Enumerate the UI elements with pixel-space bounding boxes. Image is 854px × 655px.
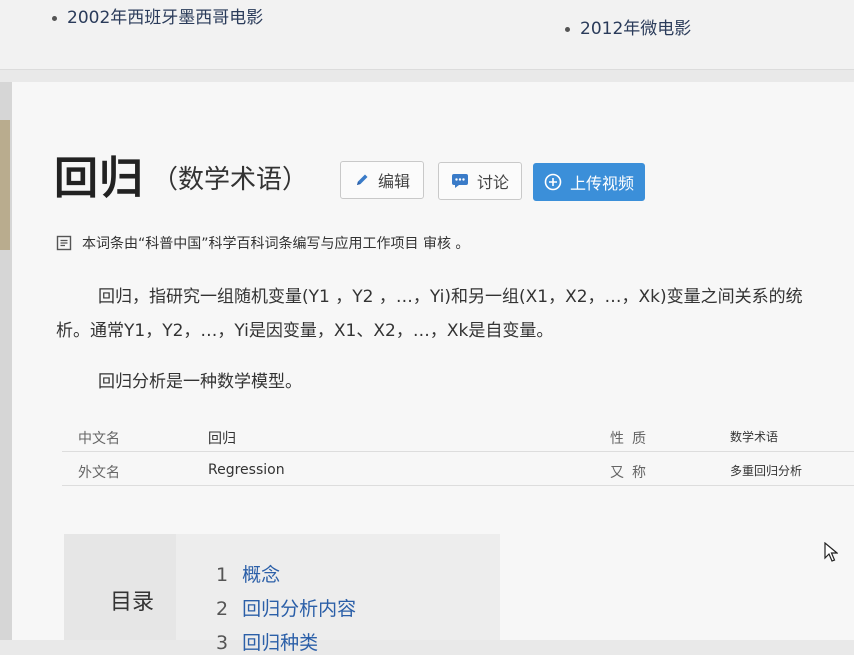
toc-item-number: 3 bbox=[216, 632, 229, 654]
table-of-contents: 目录 1 概念 2 回归分析内容 3 回归种类 bbox=[64, 534, 500, 654]
info-value: 多重回归分析 bbox=[730, 464, 803, 478]
toc-item-regression-analysis[interactable]: 2 回归分析内容 bbox=[216, 594, 356, 621]
discuss-button[interactable]: 讨论 bbox=[438, 162, 522, 200]
related-entry-label: 2002年西班牙墨西哥电影 bbox=[67, 8, 264, 28]
upload-video-button-label: 上传视频 bbox=[569, 174, 634, 193]
upload-video-button[interactable]: 上传视频 bbox=[533, 163, 645, 201]
table-row: 外文名 Regression 又称 多重回归分析 bbox=[62, 454, 854, 486]
related-entry-label: 2012年微电影 bbox=[580, 19, 692, 39]
toc-item-number: 1 bbox=[216, 564, 229, 586]
info-key: 中文名 bbox=[78, 431, 120, 447]
chat-icon bbox=[451, 173, 469, 189]
info-key: 又称 bbox=[610, 465, 654, 481]
info-value: 回归 bbox=[208, 431, 236, 447]
mouse-cursor-icon bbox=[824, 541, 839, 566]
related-entries-bar: 2002年西班牙墨西哥电影 2012年微电影 bbox=[0, 0, 854, 70]
intro-paragraph-2: 回归分析是一种数学模型。 bbox=[98, 372, 302, 392]
intro-paragraph-line-2: 析。通常Y1，Y2，…，Yi是因变量，X1、X2，…，Xk是自变量。 bbox=[56, 321, 554, 341]
entry-main: 回归 （数学术语） 编辑 讨论 上传视频 本词条由“科普中国”科学百科词条编写与… bbox=[12, 82, 854, 654]
related-entry-2002-film[interactable]: 2002年西班牙墨西哥电影 bbox=[52, 3, 263, 28]
related-entry-2012-microfilm[interactable]: 2012年微电影 bbox=[565, 14, 691, 39]
bullet-icon bbox=[52, 15, 57, 21]
bullet-icon bbox=[565, 26, 570, 32]
edit-button[interactable]: 编辑 bbox=[340, 161, 424, 199]
side-tab[interactable] bbox=[0, 120, 10, 250]
edit-button-label: 编辑 bbox=[377, 172, 410, 191]
intro-paragraph-line-1: 回归，指研究一组随机变量(Y1 ，Y2 ，…，Yi)和另一组(X1，X2，…，X… bbox=[98, 287, 803, 307]
page-title: 回归 bbox=[54, 153, 144, 204]
discuss-button-label: 讨论 bbox=[476, 173, 509, 192]
table-row: 中文名 回归 性质 数学术语 bbox=[62, 420, 854, 452]
plus-circle-icon bbox=[544, 173, 562, 191]
title-row: 回归 （数学术语） bbox=[54, 144, 308, 204]
toc-item-label: 回归分析内容 bbox=[242, 598, 357, 620]
toc-item-number: 2 bbox=[216, 598, 229, 620]
toc-item-regression-types[interactable]: 3 回归种类 bbox=[216, 628, 318, 655]
toc-label-cell: 目录 bbox=[64, 534, 176, 640]
info-key: 外文名 bbox=[78, 465, 120, 481]
info-value: 数学术语 bbox=[730, 430, 779, 444]
toc-label: 目录 bbox=[110, 590, 155, 615]
page-subtitle: （数学术语） bbox=[152, 164, 309, 195]
review-note-text: 本词条由“科普中国”科学百科词条编写与应用工作项目 审核 。 bbox=[82, 236, 470, 252]
toc-item-label: 回归种类 bbox=[242, 632, 319, 654]
info-value: Regression bbox=[208, 462, 285, 478]
pencil-icon bbox=[354, 172, 370, 188]
toc-item-concept[interactable]: 1 概念 bbox=[216, 560, 280, 587]
info-key: 性质 bbox=[610, 431, 654, 447]
review-note: 本词条由“科普中国”科学百科词条编写与应用工作项目 审核 。 bbox=[56, 233, 469, 253]
toc-item-label: 概念 bbox=[242, 564, 281, 586]
document-icon bbox=[56, 235, 72, 251]
